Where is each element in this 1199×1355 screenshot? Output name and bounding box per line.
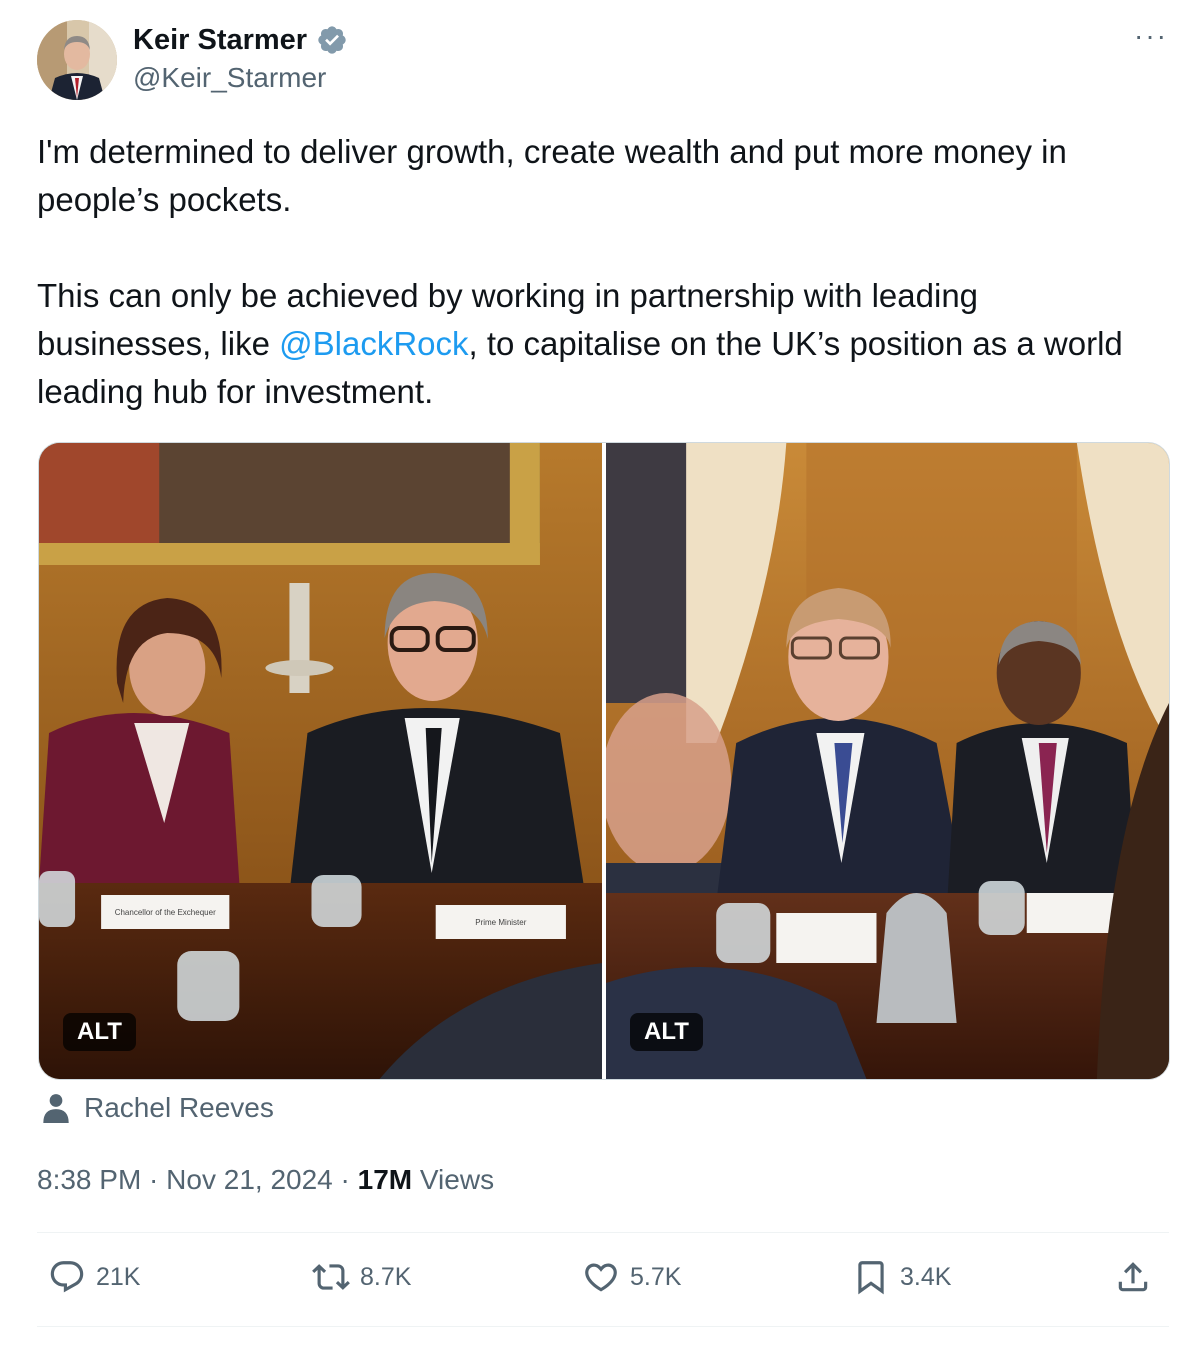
share-icon [1118, 1262, 1148, 1292]
bookmark-icon [858, 1261, 884, 1295]
tweet: Keir Starmer @Keir_Starmer ··· I'm deter… [0, 0, 1199, 1355]
repost-button[interactable]: 8.7K [312, 1258, 411, 1296]
action-bar: 21K 8.7K 5.7K 3.4K [48, 1258, 1159, 1304]
nameplate-1: Chancellor of the Exchequer [115, 908, 216, 917]
tweet-paragraph-1: I'm determined to deliver growth, create… [37, 133, 1067, 218]
reply-button[interactable]: 21K [48, 1258, 140, 1296]
verified-badge-icon [317, 26, 346, 54]
reply-count: 21K [96, 1262, 141, 1291]
repost-count: 8.7K [360, 1262, 412, 1291]
like-button[interactable]: 5.7K [582, 1258, 681, 1296]
views-count: 17M [357, 1164, 413, 1195]
like-count: 5.7K [630, 1262, 682, 1291]
tweet-text: I'm determined to deliver growth, create… [37, 128, 1147, 416]
reply-icon [50, 1261, 84, 1293]
divider [37, 1232, 1169, 1233]
photo-2[interactable]: ALT [606, 443, 1169, 1079]
more-options-icon[interactable]: ··· [1133, 22, 1169, 50]
alt-badge-2[interactable]: ALT [630, 1013, 703, 1051]
display-name[interactable]: Keir Starmer [133, 22, 307, 58]
tweet-date[interactable]: Nov 21, 2024 [166, 1164, 333, 1195]
divider [37, 1326, 1169, 1327]
photo-1-image: Chancellor of the Exchequer Prime Minist… [39, 443, 602, 1079]
views-label: Views [412, 1164, 495, 1195]
nameplate-2: Prime Minister [475, 918, 526, 927]
tweet-time[interactable]: 8:38 PM [37, 1164, 141, 1195]
alt-badge-1[interactable]: ALT [63, 1013, 136, 1051]
bookmark-button[interactable]: 3.4K [852, 1258, 951, 1296]
tweet-header: Keir Starmer @Keir_Starmer ··· [37, 20, 1169, 104]
tagged-people[interactable]: Rachel Reeves [42, 1090, 274, 1126]
tagged-person-name[interactable]: Rachel Reeves [84, 1092, 274, 1124]
media-grid: Chancellor of the Exchequer Prime Minist… [38, 442, 1170, 1080]
meta-separator: · [332, 1164, 358, 1195]
bookmark-count: 3.4K [900, 1262, 952, 1291]
repost-icon [312, 1264, 350, 1290]
avatar[interactable] [37, 20, 117, 100]
photo-2-image [606, 443, 1169, 1079]
tweet-paragraph-2: This can only be achieved by working in … [37, 272, 1147, 416]
person-icon [43, 1094, 69, 1123]
photo-1[interactable]: Chancellor of the Exchequer Prime Minist… [39, 443, 602, 1079]
meta-separator: · [141, 1164, 167, 1195]
tweet-meta: 8:38 PM · Nov 21, 2024 · 17M Views [37, 1160, 494, 1200]
author-block: Keir Starmer @Keir_Starmer [133, 22, 348, 96]
mention-link[interactable]: @BlackRock [279, 325, 468, 362]
handle[interactable]: @Keir_Starmer [133, 60, 348, 96]
heart-icon [585, 1263, 617, 1292]
share-button[interactable] [1114, 1258, 1152, 1296]
